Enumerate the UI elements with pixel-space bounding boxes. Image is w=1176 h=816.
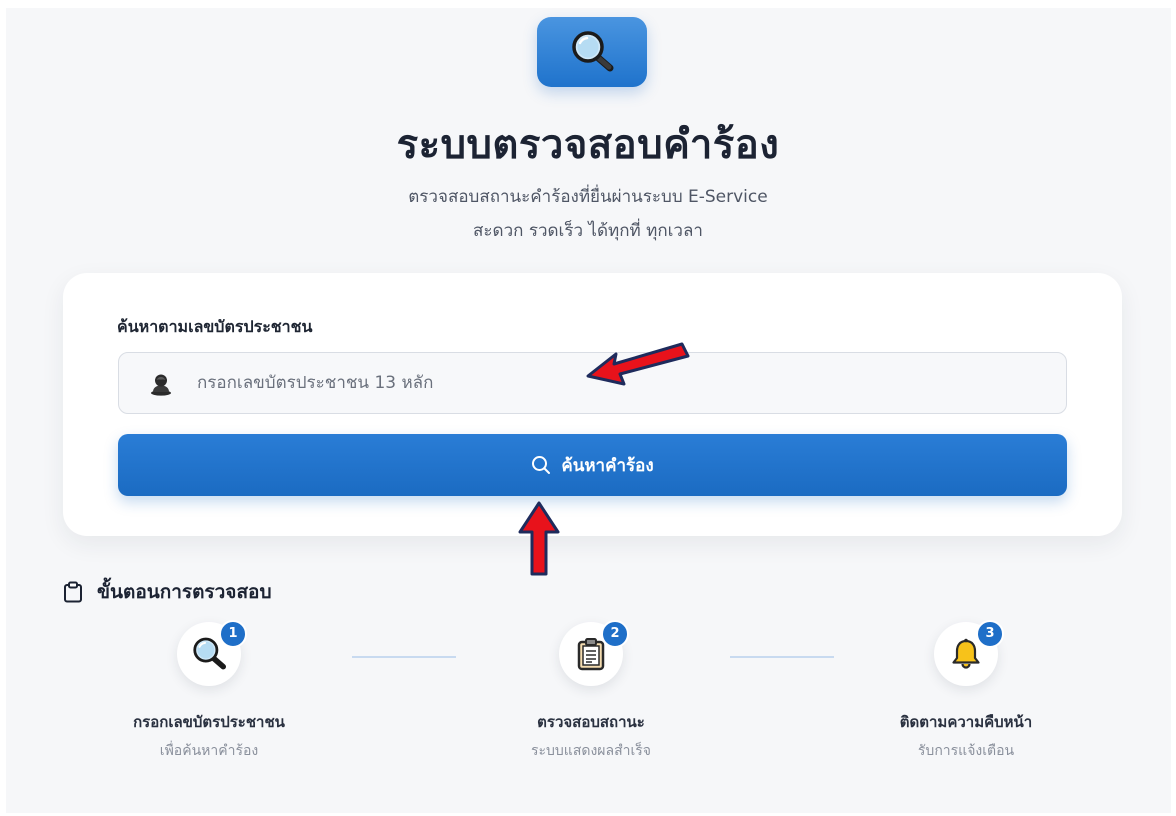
search-icon (532, 456, 551, 474)
step-item-2: 2 ตรวจสอบสถานะ ระบบแสดงผลสำเร็จ (441, 620, 741, 762)
magnifier-icon (572, 31, 614, 72)
step-number-badge: 3 (976, 620, 1004, 648)
id-input-wrapper[interactable] (118, 352, 1067, 414)
step-icon-circle: 3 (934, 620, 1004, 686)
search-request-button[interactable]: ค้นหาคำร้อง (118, 434, 1067, 496)
app-logo (537, 17, 647, 87)
step-icon-circle: 2 (559, 620, 629, 686)
step-description: เพื่อค้นหาคำร้อง (159, 743, 259, 759)
step-item-1: 1 กรอกเลขบัตรประชาชน เพื่อค้นหาคำร้อง (59, 620, 359, 762)
step-description: รับการแจ้งเตือน (917, 743, 1015, 759)
user-icon (151, 374, 171, 396)
id-card-input[interactable] (197, 353, 1037, 413)
search-button-label: ค้นหาคำร้อง (561, 455, 654, 476)
step-description: ระบบแสดงผลสำเร็จ (530, 743, 651, 759)
id-search-label: ค้นหาตามเลขบัตรประชาชน (117, 317, 313, 336)
step-number-badge: 2 (601, 620, 629, 648)
page-subtitle-tagline: สะดวก รวดเร็ว ได้ทุกที่ ทุกเวลา (473, 221, 703, 241)
clipboard-document-icon (577, 638, 605, 671)
step-title: ตรวจสอบสถานะ (537, 713, 645, 731)
clipboard-icon (64, 581, 82, 603)
steps-heading: ขั้นตอนการตรวจสอบ (63, 577, 272, 607)
steps-heading-text: ขั้นตอนการตรวจสอบ (97, 581, 272, 603)
step-title: กรอกเลขบัตรประชาชน (133, 713, 285, 731)
page-title: ระบบตรวจสอบคำร้อง (396, 122, 780, 168)
step-item-3: 3 ติดตามความคืบหน้า รับการแจ้งเตือน (816, 620, 1116, 762)
step-title: ติดตามความคืบหน้า (899, 713, 1033, 731)
page-subtitle: ตรวจสอบสถานะคำร้องที่ยื่นผ่านระบบ E-Serv… (408, 187, 768, 207)
step-icon-circle: 1 (177, 620, 247, 686)
step-number-badge: 1 (219, 620, 247, 648)
